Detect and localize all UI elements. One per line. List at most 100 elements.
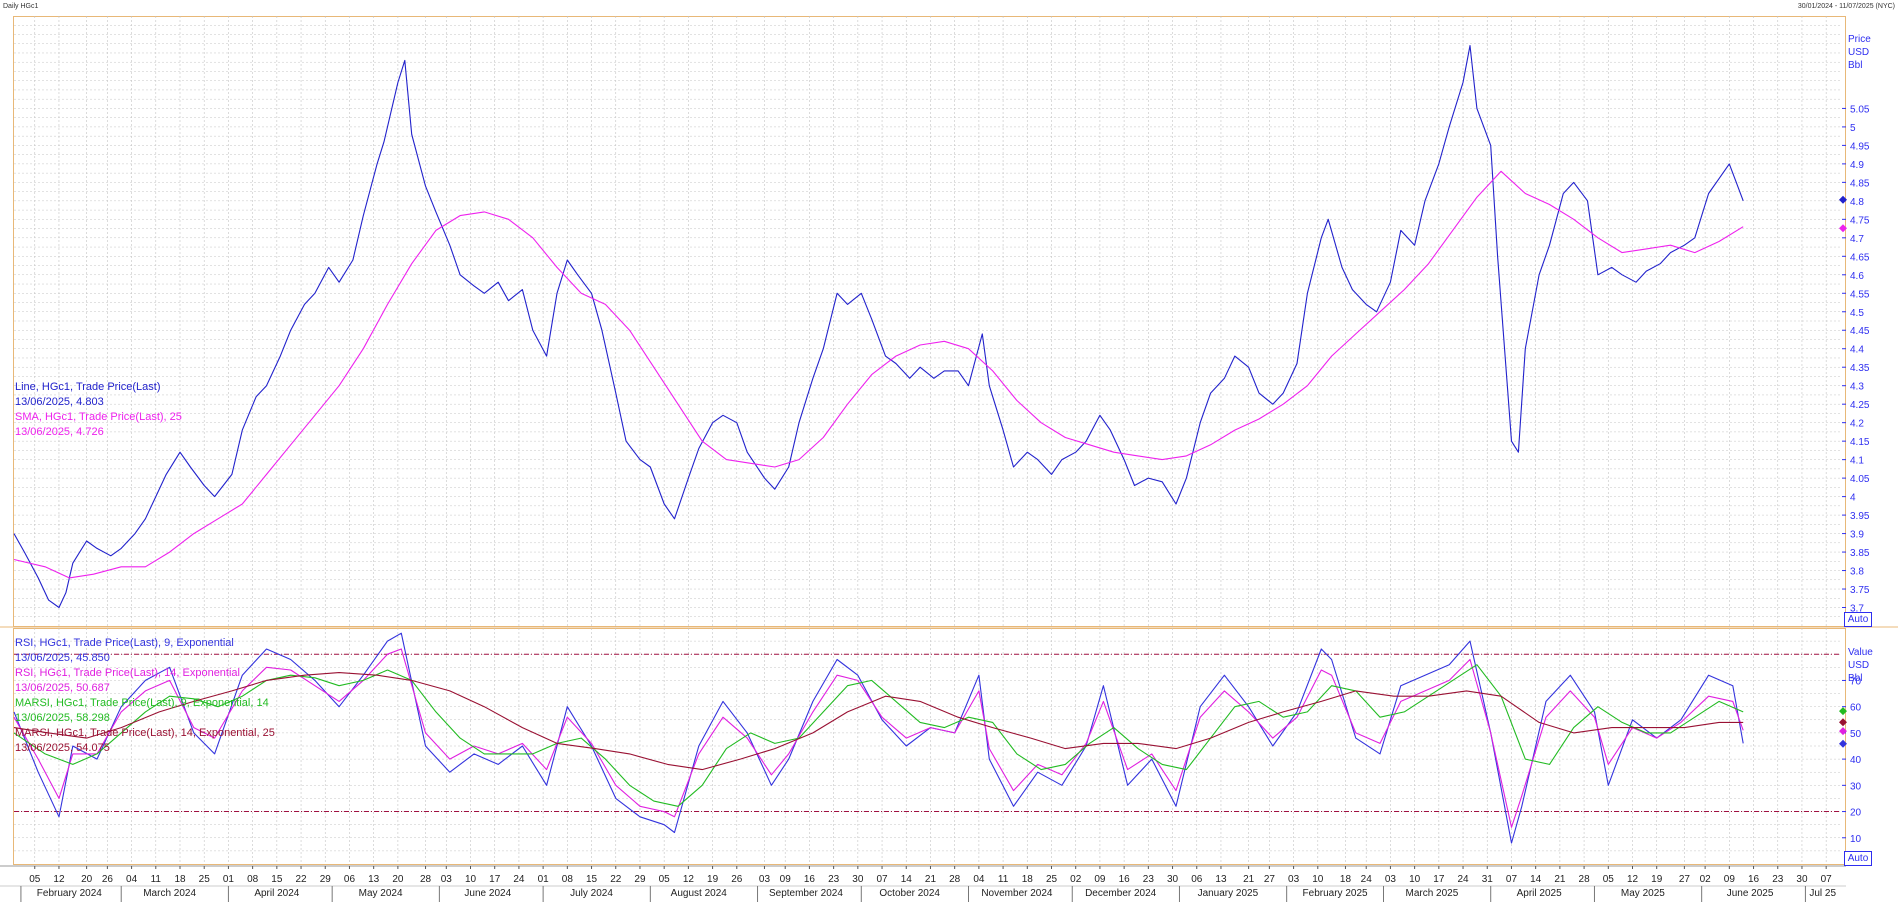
time-axis-day-label: 10 bbox=[1409, 874, 1421, 885]
time-axis-month-label: May 2025 bbox=[1621, 888, 1665, 899]
time-axis-day-label: 25 bbox=[199, 874, 211, 885]
price-axis-label: 4.05 bbox=[1850, 474, 1870, 485]
price-axis-title: Price bbox=[1848, 34, 1871, 45]
oscillator-axis-label: 40 bbox=[1850, 755, 1862, 766]
time-axis-day-label: 29 bbox=[320, 874, 332, 885]
price-legend: Line, HGc1, Trade Price(Last) 13/06/2025,… bbox=[15, 380, 182, 440]
time-axis-month-label: January 2025 bbox=[1198, 888, 1259, 899]
price-axis-label: 4.7 bbox=[1850, 234, 1864, 245]
time-axis-day-label: 28 bbox=[420, 874, 432, 885]
oscillator-auto-scale-button[interactable]: Auto bbox=[1844, 851, 1872, 866]
time-axis-day-label: 22 bbox=[295, 874, 307, 885]
time-axis-month-label: June 2025 bbox=[1727, 888, 1774, 899]
price-axis-label: 4.75 bbox=[1850, 215, 1870, 226]
time-axis-month-label: April 2025 bbox=[1517, 888, 1562, 899]
time-axis-day-label: 05 bbox=[29, 874, 41, 885]
price-series-line-0 bbox=[13, 45, 1744, 609]
time-axis-day-label: 15 bbox=[586, 874, 598, 885]
time-axis-day-label: 09 bbox=[1094, 874, 1106, 885]
legend-line-3: 13/06/2025, 50.687 bbox=[15, 682, 110, 694]
oscillator-axis-title: Bbl bbox=[1848, 673, 1862, 684]
time-axis-month-label: March 2024 bbox=[143, 888, 196, 899]
time-axis-day-label: 26 bbox=[102, 874, 114, 885]
time-axis-day-label: 02 bbox=[1070, 874, 1082, 885]
legend-line-0: Line, HGc1, Trade Price(Last) bbox=[15, 381, 161, 393]
time-axis-day-label: 06 bbox=[1191, 874, 1203, 885]
time-axis-day-label: 02 bbox=[1700, 874, 1712, 885]
chart-canvas[interactable]: 3.73.753.83.853.93.9544.054.14.154.24.25… bbox=[0, 0, 1898, 902]
price-axis-label: 4.95 bbox=[1850, 141, 1870, 152]
time-axis-day-label: 16 bbox=[1119, 874, 1131, 885]
time-axis-day-label: 24 bbox=[1361, 874, 1373, 885]
time-axis-month-label: May 2024 bbox=[359, 888, 403, 899]
time-axis-day-label: 11 bbox=[151, 874, 162, 885]
time-axis-day-label: 10 bbox=[1312, 874, 1324, 885]
time-axis-day-label: 04 bbox=[973, 874, 985, 885]
time-axis-day-label: 17 bbox=[1433, 874, 1445, 885]
time-axis-month-label: February 2025 bbox=[1303, 888, 1368, 899]
oscillator-axis-title: Value bbox=[1848, 647, 1873, 658]
time-axis-day-label: 09 bbox=[780, 874, 792, 885]
time-axis-month-label: August 2024 bbox=[671, 888, 728, 899]
time-axis-day-label: 05 bbox=[1603, 874, 1615, 885]
time-axis-month-label: December 2024 bbox=[1085, 888, 1157, 899]
price-axis-label: 4.1 bbox=[1850, 456, 1864, 467]
legend-line-1: 13/06/2025, 4.803 bbox=[15, 396, 104, 408]
time-axis-day-label: 23 bbox=[828, 874, 840, 885]
time-axis-day-label: 30 bbox=[852, 874, 864, 885]
time-axis-day-label: 30 bbox=[1796, 874, 1808, 885]
time-axis-day-label: 07 bbox=[1821, 874, 1833, 885]
legend-line-6: MARSI, HGc1, Trade Price(Last), 14, Expo… bbox=[15, 727, 275, 739]
legend-line-2: RSI, HGc1, Trade Price(Last), 14, Expone… bbox=[15, 667, 240, 679]
price-axis-label: 3.8 bbox=[1850, 567, 1864, 578]
time-axis-day-label: 16 bbox=[1748, 874, 1760, 885]
price-axis-title: Bbl bbox=[1848, 60, 1862, 71]
time-axis-day-label: 26 bbox=[731, 874, 743, 885]
oscillator-legend: RSI, HGc1, Trade Price(Last), 9, Exponen… bbox=[15, 636, 275, 756]
time-axis-day-label: 11 bbox=[998, 874, 1009, 885]
legend-line-1: 13/06/2025, 45.850 bbox=[15, 652, 110, 664]
time-axis-day-label: 12 bbox=[53, 874, 65, 885]
time-axis-day-label: 12 bbox=[683, 874, 695, 885]
price-axis-label: 4.2 bbox=[1850, 419, 1864, 430]
time-axis-month-label: Jul 25 bbox=[1809, 888, 1836, 899]
price-auto-scale-button[interactable]: Auto bbox=[1844, 612, 1872, 627]
time-axis-day-label: 21 bbox=[1554, 874, 1566, 885]
time-axis-month-label: September 2024 bbox=[769, 888, 843, 899]
time-axis-day-label: 21 bbox=[1243, 874, 1255, 885]
oscillator-axis-label: 60 bbox=[1850, 703, 1862, 714]
time-axis-day-label: 22 bbox=[610, 874, 622, 885]
price-axis-label: 4.45 bbox=[1850, 326, 1870, 337]
price-axis-label: 3.75 bbox=[1850, 585, 1870, 596]
price-panel-frame bbox=[13, 16, 1846, 627]
time-axis-day-label: 23 bbox=[1143, 874, 1155, 885]
time-axis-day-label: 13 bbox=[1215, 874, 1227, 885]
time-axis-day-label: 31 bbox=[1482, 874, 1494, 885]
time-axis-day-label: 24 bbox=[513, 874, 525, 885]
time-axis-day-label: 18 bbox=[1022, 874, 1034, 885]
price-axis-label: 3.9 bbox=[1850, 530, 1864, 541]
time-axis-day-label: 27 bbox=[1679, 874, 1691, 885]
time-axis-day-label: 08 bbox=[562, 874, 574, 885]
time-axis-day-label: 27 bbox=[1264, 874, 1276, 885]
time-axis-day-label: 20 bbox=[392, 874, 404, 885]
price-axis-label: 4.3 bbox=[1850, 382, 1864, 393]
time-axis-day-label: 29 bbox=[634, 874, 646, 885]
time-axis-day-label: 20 bbox=[81, 874, 93, 885]
time-axis-day-label: 19 bbox=[707, 874, 719, 885]
price-axis-label: 4.9 bbox=[1850, 160, 1864, 171]
time-axis-day-label: 18 bbox=[1340, 874, 1352, 885]
time-axis-day-label: 01 bbox=[538, 874, 550, 885]
price-series-line-1 bbox=[13, 170, 1744, 579]
price-axis-label: 4.35 bbox=[1850, 363, 1870, 374]
price-axis-label: 4.85 bbox=[1850, 178, 1870, 189]
price-axis-label: 4.65 bbox=[1850, 252, 1870, 263]
legend-line-7: 13/06/2025, 54.075 bbox=[15, 742, 110, 754]
price-axis-label: 4.8 bbox=[1850, 197, 1864, 208]
time-axis-month-label: April 2024 bbox=[254, 888, 299, 899]
oscillator-axis-label: 50 bbox=[1850, 729, 1862, 740]
price-axis-title: USD bbox=[1848, 47, 1869, 58]
price-axis-label: 4.5 bbox=[1850, 308, 1864, 319]
time-axis-day-label: 05 bbox=[659, 874, 671, 885]
time-axis-day-label: 25 bbox=[1046, 874, 1058, 885]
